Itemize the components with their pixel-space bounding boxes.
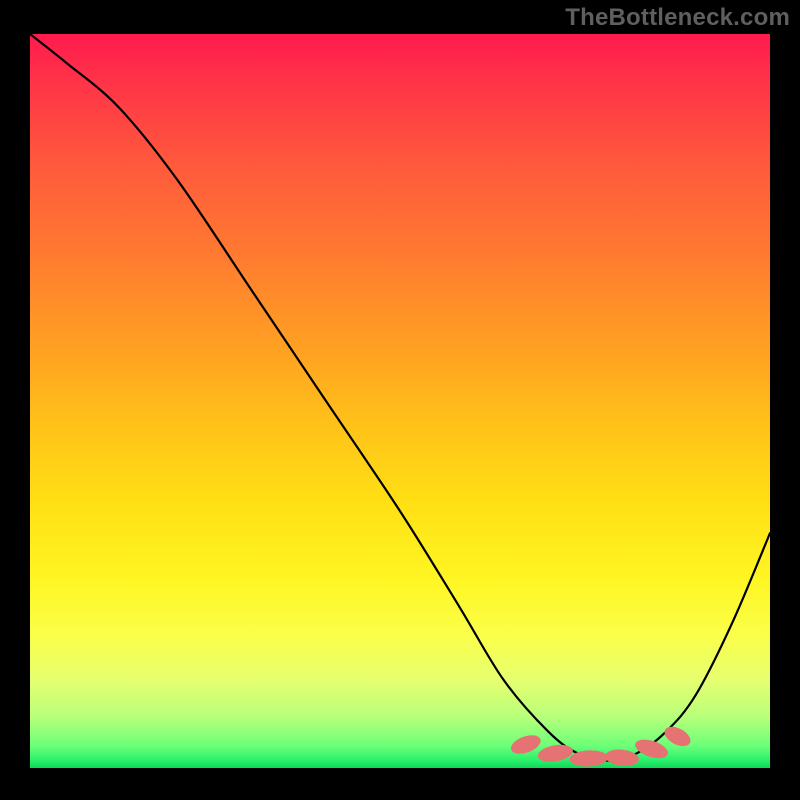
highlight-marker	[508, 732, 543, 758]
highlight-marker	[537, 742, 575, 764]
plot-area	[30, 34, 770, 768]
chart-frame: TheBottleneck.com	[0, 0, 800, 800]
curve-layer	[30, 34, 770, 768]
highlight-marker	[604, 748, 640, 768]
highlight-marker	[661, 723, 693, 750]
bottleneck-curve	[30, 34, 770, 761]
highlight-markers	[508, 723, 693, 768]
watermark-text: TheBottleneck.com	[565, 4, 790, 32]
